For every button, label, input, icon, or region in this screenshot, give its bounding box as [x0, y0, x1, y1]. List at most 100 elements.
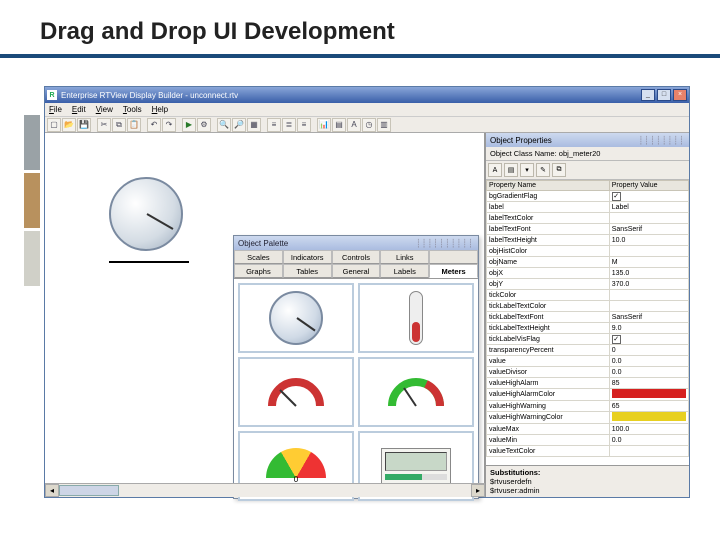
property-row[interactable]: valueDivisor0.0	[487, 367, 689, 378]
prop-filter-icon[interactable]: ▤	[504, 163, 518, 177]
scroll-left-button[interactable]: ◂	[45, 484, 59, 497]
property-value-cell[interactable]: 65	[609, 401, 688, 412]
menu-edit[interactable]: Edit	[72, 105, 86, 114]
menu-tools[interactable]: Tools	[123, 105, 142, 114]
palette-item-arc-red[interactable]	[238, 357, 354, 427]
property-row[interactable]: tickLabelTextFontSansSerif	[487, 312, 689, 323]
property-row[interactable]: labelTextHeight10.0	[487, 235, 689, 246]
property-row[interactable]: tickLabelTextColor	[487, 301, 689, 312]
properties-grid[interactable]: Property Name Property Value bgGradientF…	[486, 180, 689, 465]
open-icon[interactable]: 📂	[62, 118, 76, 132]
tab-meters[interactable]: Meters	[429, 264, 478, 278]
grid-icon[interactable]: ▦	[247, 118, 261, 132]
property-row[interactable]: valueHighWarningColor	[487, 412, 689, 424]
property-value-cell[interactable]: 100.0	[609, 424, 688, 435]
checkbox-icon[interactable]: ✓	[612, 192, 621, 201]
palette-item-round-gauge[interactable]	[238, 283, 354, 353]
cut-icon[interactable]: ✂	[97, 118, 111, 132]
property-row[interactable]: labelTextColor	[487, 213, 689, 224]
scroll-track[interactable]	[59, 484, 471, 497]
align-left-icon[interactable]: ≡	[267, 118, 281, 132]
palette-icon[interactable]: ▥	[377, 118, 391, 132]
prop-edit-icon[interactable]: ✎	[536, 163, 550, 177]
canvas-gauge-object[interactable]	[109, 177, 189, 257]
tab-indicators[interactable]: Indicators	[283, 250, 332, 264]
new-icon[interactable]: ▢	[47, 118, 61, 132]
chart-icon[interactable]: 📊	[317, 118, 331, 132]
property-row[interactable]: valueHighWarning65	[487, 401, 689, 412]
tab-controls[interactable]: Controls	[332, 250, 381, 264]
object-palette-window[interactable]: Object Palette ┊┊┊┊┊┊┊┊┊┊ Scales Indicat…	[233, 235, 479, 499]
align-right-icon[interactable]: ≡	[297, 118, 311, 132]
property-value-cell[interactable]: M	[609, 257, 688, 268]
property-row[interactable]: tickColor	[487, 290, 689, 301]
property-value-cell[interactable]: 135.0	[609, 268, 688, 279]
color-swatch[interactable]	[612, 412, 686, 421]
property-value-cell[interactable]	[609, 412, 688, 424]
save-icon[interactable]: 💾	[77, 118, 91, 132]
scroll-right-button[interactable]: ▸	[471, 484, 485, 497]
property-value-cell[interactable]	[609, 389, 688, 401]
maximize-button[interactable]: □	[657, 89, 671, 101]
tab-scales[interactable]: Scales	[234, 250, 283, 264]
menu-file[interactable]: File	[49, 105, 62, 114]
tab-links[interactable]: Links	[380, 250, 429, 264]
tab-labels[interactable]: Labels	[380, 264, 429, 278]
menu-view[interactable]: View	[96, 105, 113, 114]
property-value-cell[interactable]	[609, 301, 688, 312]
scroll-thumb[interactable]	[59, 485, 119, 496]
menu-help[interactable]: Help	[152, 105, 168, 114]
copy-icon[interactable]: ⧉	[112, 118, 126, 132]
property-row[interactable]: tickLabelTextHeight9.0	[487, 323, 689, 334]
redo-icon[interactable]: ↷	[162, 118, 176, 132]
property-row[interactable]: transparencyPercent0	[487, 345, 689, 356]
property-value-cell[interactable]	[609, 290, 688, 301]
property-row[interactable]: objX135.0	[487, 268, 689, 279]
undo-icon[interactable]: ↶	[147, 118, 161, 132]
property-row[interactable]: objNameM	[487, 257, 689, 268]
tab-graphs[interactable]: Graphs	[234, 264, 283, 278]
property-value-cell[interactable]: 370.0	[609, 279, 688, 290]
checkbox-icon[interactable]: ✓	[612, 335, 621, 344]
tool-icon[interactable]: ⚙	[197, 118, 211, 132]
property-value-cell[interactable]: 0	[609, 345, 688, 356]
align-center-icon[interactable]: ≣	[282, 118, 296, 132]
property-value-cell[interactable]	[609, 246, 688, 257]
property-row[interactable]: bgGradientFlag✓	[487, 191, 689, 202]
window-titlebar[interactable]: R Enterprise RTView Display Builder - un…	[45, 87, 689, 103]
meter-icon[interactable]: ◷	[362, 118, 376, 132]
property-value-cell[interactable]: ✓	[609, 334, 688, 345]
prop-sort-icon[interactable]: A	[488, 163, 502, 177]
color-swatch[interactable]	[612, 389, 686, 398]
tab-general[interactable]: General	[332, 264, 381, 278]
palette-item-arc-green[interactable]	[358, 357, 474, 427]
palette-item-thermometer[interactable]	[358, 283, 474, 353]
property-row[interactable]: objHistColor	[487, 246, 689, 257]
table-icon[interactable]: ▤	[332, 118, 346, 132]
property-value-cell[interactable]: 0.0	[609, 367, 688, 378]
property-value-cell[interactable]: SansSerif	[609, 312, 688, 323]
tab-tables[interactable]: Tables	[283, 264, 332, 278]
horizontal-scrollbar[interactable]: ◂ ▸	[45, 483, 485, 497]
prop-expand-icon[interactable]: ▾	[520, 163, 534, 177]
property-row[interactable]: labelLabel	[487, 202, 689, 213]
property-value-cell[interactable]: SansSerif	[609, 224, 688, 235]
property-row[interactable]: value0.0	[487, 356, 689, 367]
property-value-cell[interactable]: 0.0	[609, 356, 688, 367]
property-row[interactable]: labelTextFontSansSerif	[487, 224, 689, 235]
label-icon[interactable]: A	[347, 118, 361, 132]
col-property-name[interactable]: Property Name	[487, 181, 610, 191]
property-value-cell[interactable]	[609, 213, 688, 224]
grip-icon[interactable]: ┊┊┊┊┊┊┊┊┊┊	[416, 239, 474, 248]
zoom-out-icon[interactable]: 🔎	[232, 118, 246, 132]
property-row[interactable]: valueTextColor	[487, 446, 689, 457]
property-row[interactable]: valueHighAlarm85	[487, 378, 689, 389]
col-property-value[interactable]: Property Value	[609, 181, 688, 191]
properties-titlebar[interactable]: Object Properties ┊┊┊┊┊┊┊┊	[486, 133, 689, 147]
property-value-cell[interactable]: 85	[609, 378, 688, 389]
zoom-in-icon[interactable]: 🔍	[217, 118, 231, 132]
minimize-button[interactable]: _	[641, 89, 655, 101]
run-icon[interactable]: ▶	[182, 118, 196, 132]
property-row[interactable]: tickLabelVisFlag✓	[487, 334, 689, 345]
palette-titlebar[interactable]: Object Palette ┊┊┊┊┊┊┊┊┊┊	[234, 236, 478, 250]
